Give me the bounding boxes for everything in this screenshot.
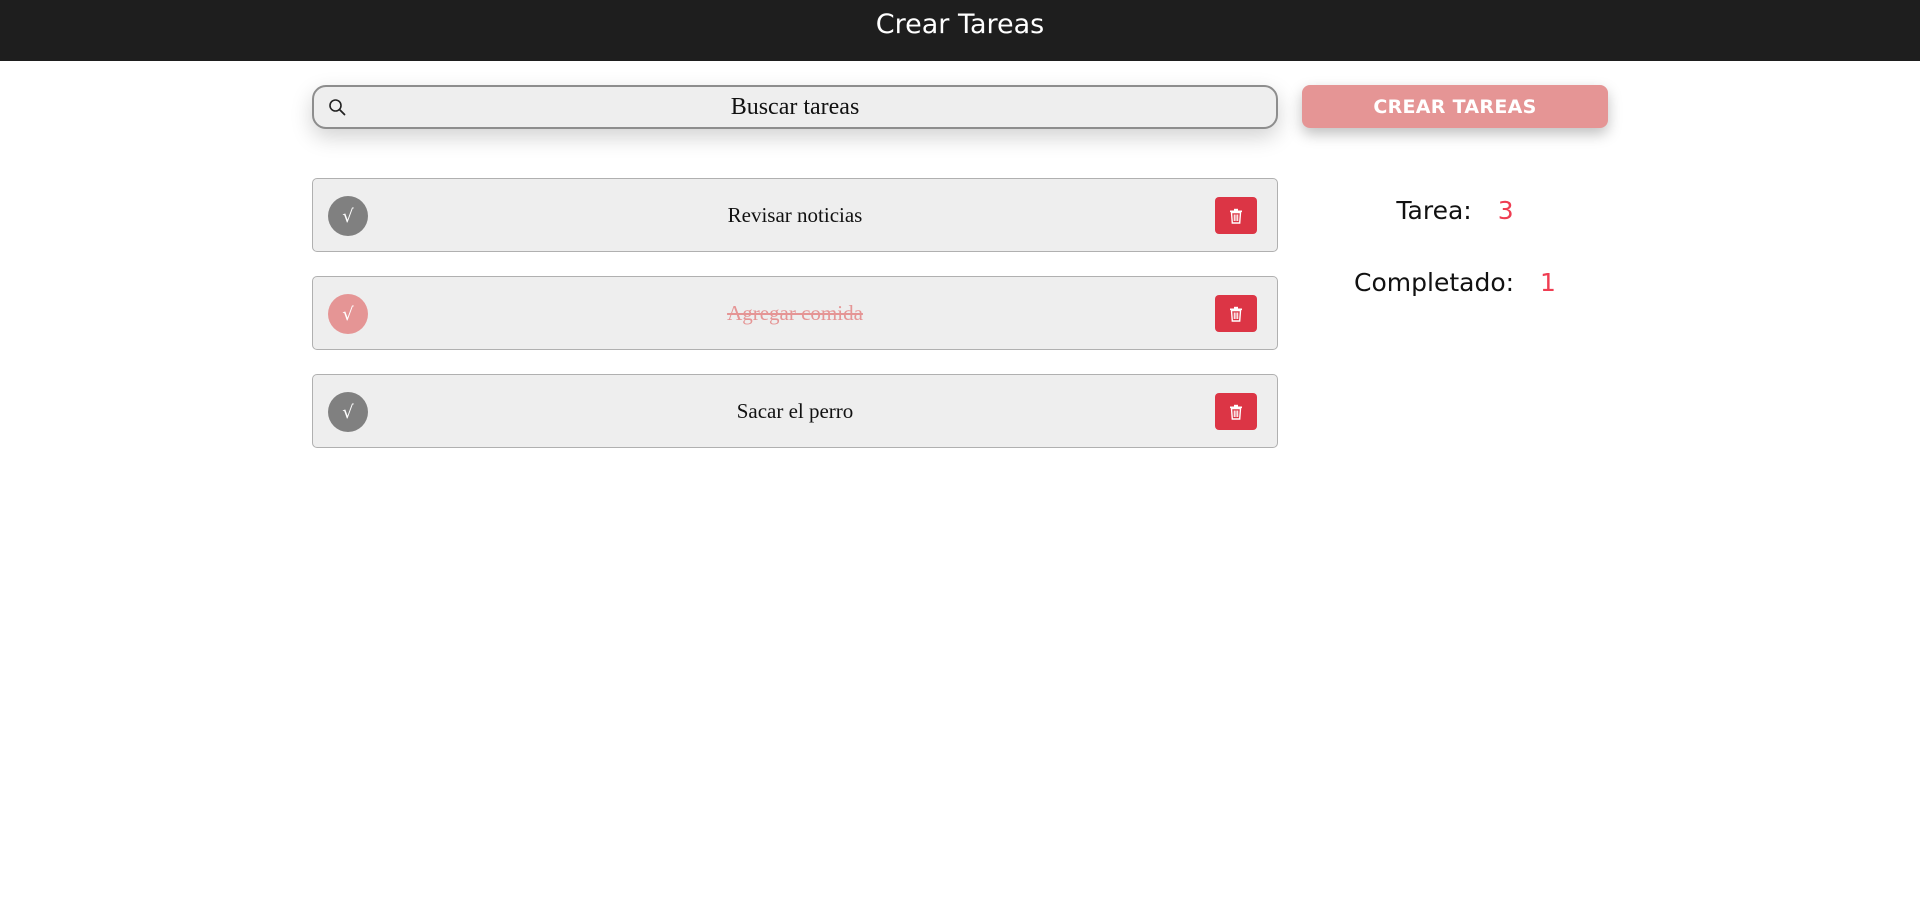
complete-toggle[interactable]: √ (328, 196, 368, 236)
task-text: Agregar comida (727, 300, 863, 325)
check-icon: √ (342, 303, 354, 325)
task-item: √ Sacar el perro (312, 374, 1278, 448)
stat-label: Completado: (1354, 268, 1515, 297)
delete-button[interactable] (1215, 295, 1257, 332)
delete-button[interactable] (1215, 197, 1257, 234)
task-item: √ Revisar noticias (312, 178, 1278, 252)
complete-toggle[interactable]: √ (328, 294, 368, 334)
app: Crear Tareas CREAR TAREAS √ Revisar noti… (0, 0, 1920, 906)
search-icon (329, 99, 346, 116)
delete-button[interactable] (1215, 393, 1257, 430)
stat-completed: Completado: 1 (1302, 268, 1608, 297)
task-text: Revisar noticias (727, 202, 863, 227)
task-text: Sacar el perro (736, 398, 854, 423)
check-icon: √ (342, 205, 354, 227)
stat-label: Tarea: (1396, 196, 1472, 225)
search-box (312, 85, 1278, 129)
trash-icon (1230, 306, 1242, 322)
search-input[interactable] (314, 87, 1276, 127)
trash-icon (1230, 404, 1242, 420)
page-title: Crear Tareas (875, 9, 1045, 40)
trash-icon (1230, 208, 1242, 224)
stat-value: 1 (1540, 268, 1556, 297)
complete-toggle[interactable]: √ (328, 392, 368, 432)
stat-total-tasks: Tarea: 3 (1302, 196, 1608, 225)
stat-value: 3 (1497, 196, 1514, 225)
check-icon: √ (342, 401, 354, 423)
app-header: Crear Tareas (0, 0, 1920, 61)
task-item: √ Agregar comida (312, 276, 1278, 350)
create-tasks-button[interactable]: CREAR TAREAS (1302, 85, 1608, 128)
task-list: √ Revisar noticias √ Agregar comida √ Sa… (312, 178, 1278, 472)
